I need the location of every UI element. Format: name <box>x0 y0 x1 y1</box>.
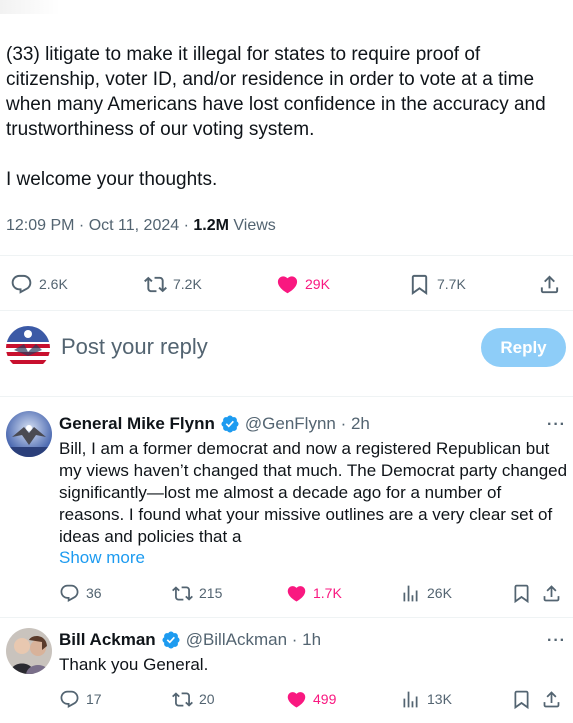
heart-icon <box>276 273 299 296</box>
reply-button[interactable]: 36 <box>59 578 102 608</box>
repost-icon <box>172 583 193 604</box>
bookmark-button[interactable] <box>511 684 532 714</box>
reply-text: Bill, I am a former democrat and now a r… <box>59 439 568 546</box>
reply-count: 17 <box>86 691 102 707</box>
views-icon <box>400 583 421 604</box>
views-label: Views <box>228 217 276 234</box>
author-handle-time[interactable]: @GenFlynn · 2h <box>245 414 370 434</box>
views-button[interactable]: 13K <box>400 684 452 714</box>
main-tweet-text: (33) litigate to make it illegal for sta… <box>6 44 546 190</box>
reply-header: General Mike Flynn @GenFlynn · 2h <box>59 414 370 434</box>
like-count: 29K <box>305 276 330 292</box>
reply-submit-button[interactable]: Reply <box>481 328 566 367</box>
verified-badge-icon <box>220 414 240 434</box>
reply-count: 2.6K <box>39 276 68 292</box>
like-button[interactable]: 1.7K <box>286 578 342 608</box>
repost-count: 215 <box>199 585 223 601</box>
repost-button[interactable]: 215 <box>172 578 222 608</box>
share-button[interactable] <box>541 684 562 714</box>
author-name[interactable]: General Mike Flynn <box>59 414 215 434</box>
heart-icon <box>286 583 307 604</box>
reply-avatar-billackman[interactable] <box>6 628 52 674</box>
share-icon <box>541 583 562 604</box>
user-avatar[interactable] <box>6 326 50 370</box>
reply-actions: 17 20 499 13K <box>0 684 573 714</box>
repost-icon <box>172 689 193 710</box>
reply-button[interactable]: 2.6K <box>10 269 68 299</box>
divider <box>0 310 573 311</box>
like-count: 499 <box>313 691 337 707</box>
repost-icon <box>144 273 167 296</box>
reply-button[interactable]: 17 <box>59 684 102 714</box>
repost-button[interactable]: 20 <box>172 684 215 714</box>
views-count: 26K <box>427 585 452 601</box>
author-handle-time[interactable]: @BillAckman · 1h <box>186 630 321 650</box>
tweet-timestamp[interactable]: 12:09 PM · Oct 11, 2024 · <box>6 217 193 234</box>
repost-count: 7.2K <box>173 276 202 292</box>
heart-icon <box>286 689 307 710</box>
reply-actions: 36 215 1.7K 26K <box>0 578 573 608</box>
more-options-icon[interactable]: ··· <box>547 416 566 434</box>
reply-icon <box>10 273 33 296</box>
reply-avatar-genflynn[interactable] <box>6 411 52 457</box>
like-button[interactable]: 29K <box>276 269 330 299</box>
bookmark-icon <box>511 689 532 710</box>
top-edge-fade <box>0 0 60 14</box>
reply-header: Bill Ackman @BillAckman · 1h <box>59 630 321 650</box>
like-count: 1.7K <box>313 585 342 601</box>
reply-count: 36 <box>86 585 102 601</box>
repost-count: 20 <box>199 691 215 707</box>
more-options-icon[interactable]: ··· <box>547 632 566 650</box>
divider <box>0 255 573 256</box>
show-more-link[interactable]: Show more <box>59 548 145 568</box>
reply-text: Thank you General. <box>59 655 209 674</box>
main-tweet-actions: 2.6K 7.2K 29K 7.7K <box>0 269 573 299</box>
views-count: 1.2M <box>193 217 229 234</box>
verified-badge-icon <box>161 630 181 650</box>
bookmark-icon <box>408 273 431 296</box>
divider <box>0 617 573 618</box>
bookmark-button[interactable] <box>511 578 532 608</box>
views-count: 13K <box>427 691 452 707</box>
reply-icon <box>59 583 80 604</box>
share-icon <box>538 273 561 296</box>
share-icon <box>541 689 562 710</box>
reply-composer-input[interactable]: Post your reply <box>61 334 208 360</box>
reply-icon <box>59 689 80 710</box>
author-name[interactable]: Bill Ackman <box>59 630 156 650</box>
views-icon <box>400 689 421 710</box>
bookmark-count: 7.7K <box>437 276 466 292</box>
bookmark-button[interactable]: 7.7K <box>408 269 466 299</box>
share-button[interactable] <box>538 269 561 299</box>
views-button[interactable]: 26K <box>400 578 452 608</box>
share-button[interactable] <box>541 578 562 608</box>
divider <box>0 396 573 397</box>
tweet-timestamp-views: 12:09 PM · Oct 11, 2024 · 1.2M Views <box>6 217 276 235</box>
like-button[interactable]: 499 <box>286 684 336 714</box>
bookmark-icon <box>511 583 532 604</box>
repost-button[interactable]: 7.2K <box>144 269 202 299</box>
